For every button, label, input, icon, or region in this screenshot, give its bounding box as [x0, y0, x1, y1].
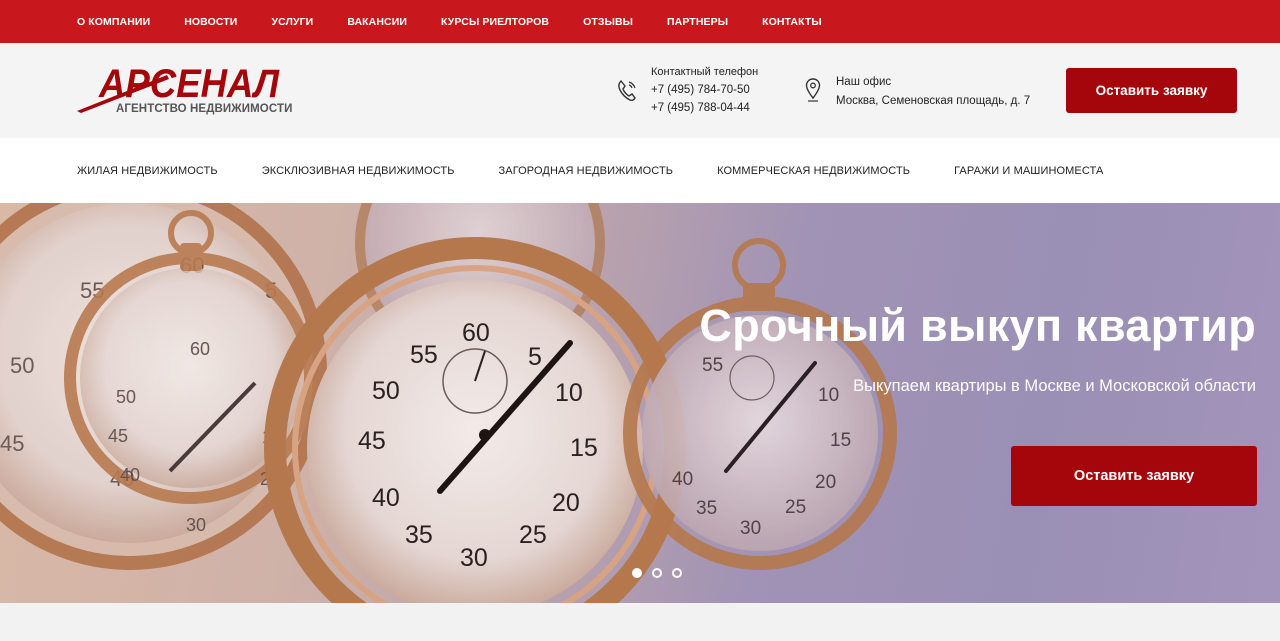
svg-text:45: 45: [108, 426, 128, 446]
top-nav-item-contacts[interactable]: Контакты: [762, 16, 822, 28]
svg-text:60: 60: [462, 319, 490, 347]
svg-text:50: 50: [10, 353, 34, 378]
svg-text:20: 20: [815, 472, 836, 493]
logo-text: АРСЕНАЛ: [98, 62, 280, 106]
hero-title: Срочный выкуп квартир: [699, 300, 1256, 351]
hero-request-button[interactable]: Оставить заявку: [1011, 446, 1257, 506]
svg-text:35: 35: [696, 498, 717, 519]
svg-text:40: 40: [120, 465, 140, 485]
svg-text:15: 15: [570, 434, 598, 462]
office-title: Наш офис: [836, 76, 892, 88]
logo-subtitle: АГЕНТСТВО НЕДВИЖИМОСТИ: [116, 103, 293, 115]
top-nav-item-courses[interactable]: Курсы риелторов: [441, 16, 549, 28]
site-header: АРСЕНАЛ АГЕНТСТВО НЕДВИЖИМОСТИ Контактны…: [0, 43, 1280, 138]
slider-dot-1[interactable]: [632, 568, 642, 578]
header-request-button[interactable]: Оставить заявку: [1066, 68, 1237, 113]
svg-text:5: 5: [528, 343, 542, 371]
phone-icon: [618, 79, 636, 101]
category-nav-item-residential[interactable]: Жилая недвижимость: [77, 165, 218, 177]
category-nav-item-exclusive[interactable]: Эксклюзивная недвижимость: [262, 165, 455, 177]
phone-link-1[interactable]: +7 (495) 784-70-50: [651, 81, 791, 99]
category-nav: Жилая недвижимость Эксклюзивная недвижим…: [0, 138, 1280, 203]
contact-title: Контактный телефон: [651, 66, 759, 78]
svg-text:50: 50: [116, 387, 136, 407]
below-hero-strip: [0, 603, 1280, 641]
location-pin-icon: [805, 78, 821, 102]
top-nav-item-about[interactable]: О компании: [77, 16, 150, 28]
category-nav-item-garages[interactable]: Гаражи и машиноместа: [954, 165, 1103, 177]
top-nav-item-news[interactable]: Новости: [184, 16, 237, 28]
svg-text:40: 40: [672, 469, 693, 490]
svg-text:45: 45: [0, 431, 24, 456]
svg-text:55: 55: [702, 355, 723, 376]
svg-text:10: 10: [818, 385, 839, 406]
svg-text:30: 30: [186, 515, 206, 535]
top-nav-item-vacancies[interactable]: Вакансии: [347, 16, 407, 28]
svg-text:40: 40: [372, 484, 400, 512]
phone-link-2[interactable]: +7 (495) 788-04-44: [651, 99, 791, 117]
slider-pagination: [632, 568, 692, 578]
office-address: Москва, Семеновская площадь, д. 7: [836, 95, 1031, 107]
svg-text:50: 50: [372, 377, 400, 405]
stopwatches-image: 55 50 45 40 60 5 60 50 45 40 30 15 20: [0, 203, 897, 603]
svg-text:25: 25: [519, 521, 547, 549]
top-nav: О компании Новости Услуги Вакансии Курсы…: [0, 0, 1280, 43]
top-nav-item-partners[interactable]: Партнеры: [667, 16, 728, 28]
hero-subtitle: Выкупаем квартиры в Москве и Московской …: [853, 377, 1256, 395]
svg-text:30: 30: [460, 544, 488, 572]
category-nav-item-country[interactable]: Загородная недвижимость: [499, 165, 674, 177]
svg-text:55: 55: [410, 341, 438, 369]
svg-text:30: 30: [740, 518, 761, 539]
category-nav-item-commercial[interactable]: Коммерческая недвижимость: [717, 165, 910, 177]
top-nav-item-services[interactable]: Услуги: [271, 16, 313, 28]
slider-dot-2[interactable]: [652, 568, 662, 578]
svg-text:45: 45: [358, 427, 386, 455]
svg-text:35: 35: [405, 521, 433, 549]
svg-text:60: 60: [190, 339, 210, 359]
svg-text:20: 20: [552, 489, 580, 517]
hero-slider: 55 50 45 40 60 5 60 50 45 40 30 15 20: [0, 203, 1280, 603]
slider-dot-3[interactable]: [672, 568, 682, 578]
svg-text:10: 10: [555, 379, 583, 407]
top-nav-item-reviews[interactable]: Отзывы: [583, 16, 633, 28]
svg-text:15: 15: [830, 430, 851, 451]
svg-text:25: 25: [785, 497, 806, 518]
